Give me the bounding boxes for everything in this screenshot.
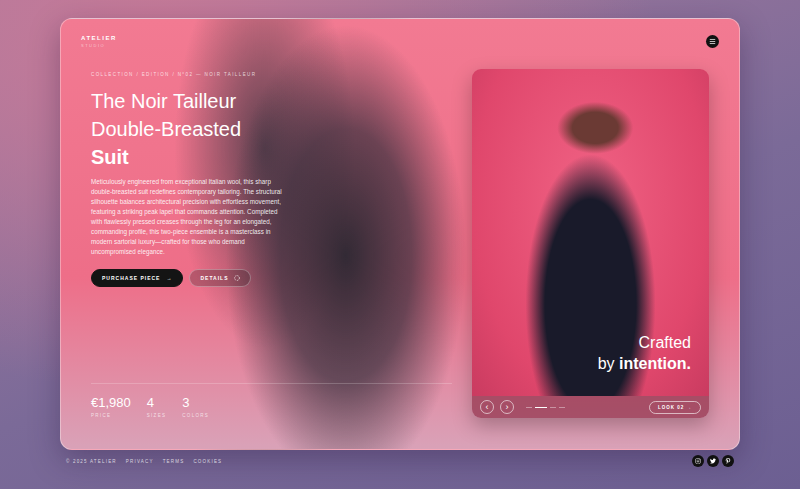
breadcrumb: COLLECTION / EDITION / N°02 — NOIR TAILL… xyxy=(91,72,452,77)
product-info: COLLECTION / EDITION / N°02 — NOIR TAILL… xyxy=(91,69,452,418)
showcase-card: Craftedby intention. ‹ › LOOK 02 → xyxy=(472,69,709,418)
stat: 4 SIZES xyxy=(147,395,167,418)
title-line: Double-Breasted xyxy=(91,115,452,143)
stats: €1,980 PRICE 4 SIZES 3 COLORS xyxy=(91,395,452,418)
carousel-controls: ‹ › LOOK 02 → xyxy=(472,396,709,418)
footer-link[interactable]: PRIVACY xyxy=(126,459,154,464)
stat: €1,980 PRICE xyxy=(91,395,131,418)
title-line: The Noir Tailleur xyxy=(91,87,452,115)
stat-label: SIZES xyxy=(147,413,167,418)
menu-button[interactable] xyxy=(706,35,719,48)
stat-value: €1,980 xyxy=(91,395,131,410)
details-button[interactable]: DETAILS xyxy=(189,269,251,287)
twitter-link[interactable] xyxy=(707,455,719,467)
logo-tagline: STUDIO xyxy=(81,43,117,48)
footer-link[interactable]: COOKIES xyxy=(193,459,222,464)
circle-icon xyxy=(234,275,240,281)
logo-name: ATELIER xyxy=(81,35,117,41)
social-links xyxy=(692,455,734,467)
twitter-icon xyxy=(710,458,716,464)
instagram-link[interactable] xyxy=(692,455,704,467)
action-buttons: PURCHASE PIECE→ DETAILS xyxy=(91,269,452,287)
footer-link[interactable]: TERMS xyxy=(163,459,185,464)
next-button[interactable]: › xyxy=(500,400,514,414)
stat: 3 COLORS xyxy=(182,395,209,418)
stat-value: 4 xyxy=(147,395,167,410)
pinterest-icon xyxy=(725,458,731,464)
pinterest-link[interactable] xyxy=(722,455,734,467)
copyright: © 2025 ATELIER xyxy=(66,459,117,464)
title-emphasis: Suit xyxy=(91,143,452,171)
slide-indicator[interactable] xyxy=(559,407,565,408)
footer: © 2025 ATELIER PRIVACY TERMS COOKIES xyxy=(60,450,740,467)
arrow-icon: → xyxy=(166,275,172,281)
product-card: ATELIER STUDIO COLLECTION / EDITION / N°02… xyxy=(60,18,740,450)
slide-indicator[interactable] xyxy=(535,407,547,408)
logo[interactable]: ATELIER STUDIO xyxy=(81,35,117,48)
slide-indicator[interactable] xyxy=(550,407,556,408)
slide-indicator[interactable] xyxy=(526,407,532,408)
stat-label: PRICE xyxy=(91,413,131,418)
stat-value: 3 xyxy=(182,395,209,410)
stat-label: COLORS xyxy=(182,413,209,418)
showcase-caption: Craftedby intention. xyxy=(598,332,691,374)
separator xyxy=(91,383,452,384)
instagram-icon xyxy=(695,458,701,464)
slide-indicators xyxy=(526,407,565,408)
page: ATELIER STUDIO COLLECTION / EDITION / N°02… xyxy=(0,0,800,489)
prev-button[interactable]: ‹ xyxy=(480,400,494,414)
header: ATELIER STUDIO xyxy=(61,19,739,48)
model-photo: Craftedby intention. xyxy=(472,69,709,396)
menu-icon xyxy=(709,38,716,45)
content: COLLECTION / EDITION / N°02 — NOIR TAILL… xyxy=(61,48,739,449)
stats-section: €1,980 PRICE 4 SIZES 3 COLORS xyxy=(91,383,452,418)
purchase-button[interactable]: PURCHASE PIECE→ xyxy=(91,269,183,287)
product-title: The Noir TailleurDouble-BreastedSuit xyxy=(91,87,452,171)
product-description: Meticulously engineered from exceptional… xyxy=(91,177,287,257)
look-button[interactable]: LOOK 02 → xyxy=(649,401,701,414)
